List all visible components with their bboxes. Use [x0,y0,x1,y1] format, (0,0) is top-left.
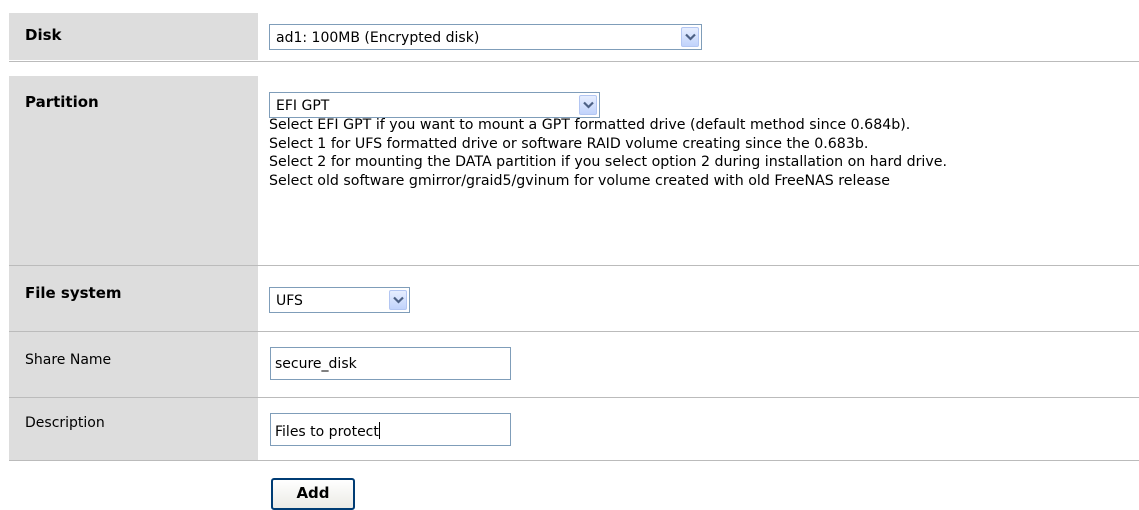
chevron-down-icon[interactable] [389,290,407,310]
partition-select[interactable]: EFI GPT [269,92,600,118]
partition-help-line: Select 1 for UFS formatted drive or soft… [269,135,869,152]
divider [9,460,1139,461]
share-name-row: Share Name secure_disk [0,332,1139,397]
file-system-select[interactable]: UFS [269,287,410,313]
partition-select-value: EFI GPT [276,98,330,114]
partition-help-line: Select old software gmirror/graid5/gvinu… [269,172,891,189]
partition-help-line: Select EFI GPT if you want to mount a GP… [269,117,911,133]
file-system-select-value: UFS [276,293,303,309]
file-system-row: File system UFS [0,266,1139,331]
add-button[interactable]: Add [271,478,355,510]
chevron-down-icon[interactable] [681,27,699,47]
share-name-label: Share Name [9,332,258,397]
description-row: Description Files to protect [0,398,1139,460]
partition-help-text: Select EFI GPT if you want to mount a GP… [269,116,1131,190]
chevron-down-icon[interactable] [579,95,597,115]
description-value: Files to protect [275,424,379,440]
share-name-input[interactable]: secure_disk [270,347,511,380]
description-value-wrap: Files to protect [275,422,380,440]
partition-label: Partition [9,76,258,265]
disk-select-value: ad1: 100MB (Encrypted disk) [276,30,480,46]
file-system-label: File system [9,266,258,331]
disk-label: Disk [9,13,258,60]
disk-row: Disk ad1: 100MB (Encrypted disk) [0,0,1139,60]
description-label: Description [9,398,258,460]
disk-select[interactable]: ad1: 100MB (Encrypted disk) [269,24,702,50]
description-input[interactable]: Files to protect [270,413,511,446]
share-name-value: secure_disk [275,356,357,372]
partition-help-line: Select 2 for mounting the DATA partition… [269,154,948,171]
text-caret [378,422,380,439]
